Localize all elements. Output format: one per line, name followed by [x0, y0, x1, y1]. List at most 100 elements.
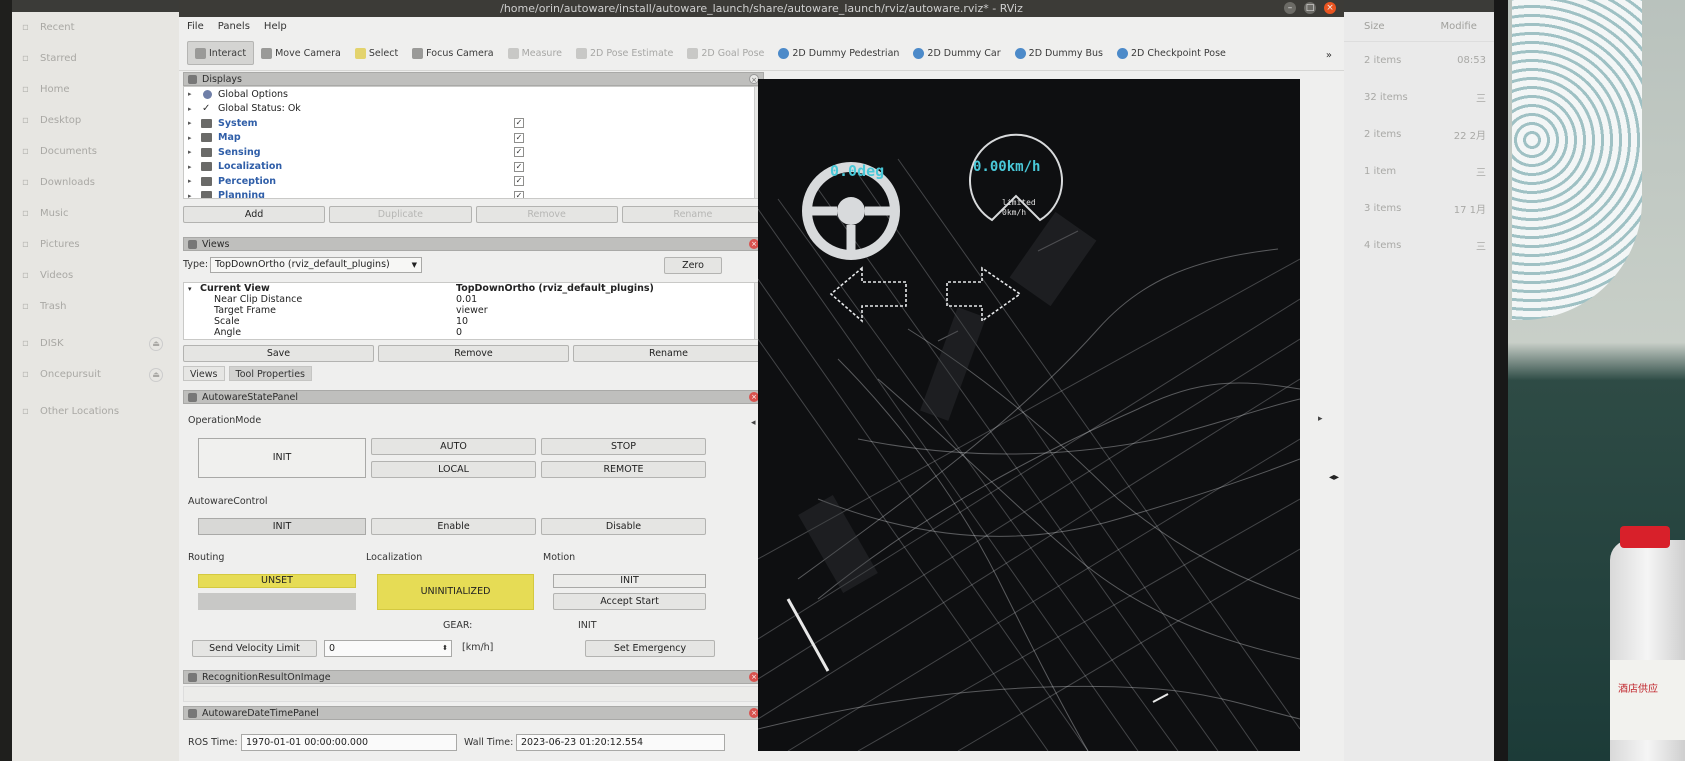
- sidebar-item-home[interactable]: ▫ Home: [12, 74, 179, 105]
- expand-arrow-icon[interactable]: ▸: [188, 192, 198, 198]
- property-value[interactable]: viewer: [456, 305, 488, 316]
- expand-arrow-icon[interactable]: ▸: [188, 177, 198, 185]
- list-item[interactable]: 1 item 三: [1344, 153, 1494, 190]
- property-value[interactable]: 0: [456, 327, 462, 338]
- resize-handle-icon[interactable]: ◂▸: [1329, 472, 1339, 483]
- display-item-global-options[interactable]: ▸ Global Options: [184, 87, 763, 102]
- spin-arrows-icon[interactable]: ⬍: [442, 641, 448, 656]
- sidebar-item-documents[interactable]: ▫ Documents: [12, 136, 179, 167]
- save-view-button[interactable]: Save: [183, 345, 374, 362]
- remote-button[interactable]: REMOTE: [541, 461, 706, 478]
- local-button[interactable]: LOCAL: [371, 461, 536, 478]
- stop-button[interactable]: STOP: [541, 438, 706, 455]
- enable-button[interactable]: Enable: [371, 518, 536, 535]
- auto-button[interactable]: AUTO: [371, 438, 536, 455]
- list-item[interactable]: 3 items 17 1月: [1344, 190, 1494, 227]
- tool-measure[interactable]: Measure: [501, 41, 569, 65]
- display-item-planning[interactable]: ▸ Planning ✓: [184, 189, 763, 198]
- collapse-arrow-icon[interactable]: ▾: [188, 285, 192, 293]
- collapse-right-icon[interactable]: ▸: [1318, 414, 1323, 424]
- add-display-button[interactable]: Add: [183, 206, 326, 223]
- expand-arrow-icon[interactable]: ▸: [188, 134, 198, 142]
- display-item-map[interactable]: ▸ Map ✓: [184, 131, 763, 146]
- tool-2d-dummy-car[interactable]: 2D Dummy Car: [906, 41, 1007, 65]
- enable-checkbox[interactable]: ✓: [514, 176, 524, 186]
- view-property-row[interactable]: ▾ Current View TopDownOrtho (rviz_default_…: [184, 283, 763, 294]
- sidebar-item-oncepursuit[interactable]: ▫ Oncepursuit ⏏: [12, 359, 179, 390]
- display-item-system[interactable]: ▸ System ✓: [184, 116, 763, 131]
- remove-display-button[interactable]: Remove: [475, 206, 618, 223]
- sidebar-item-desktop[interactable]: ▫ Desktop: [12, 105, 179, 136]
- accept-start-button[interactable]: Accept Start: [553, 593, 706, 610]
- enable-checkbox[interactable]: ✓: [514, 132, 524, 143]
- remove-view-button[interactable]: Remove: [378, 345, 569, 362]
- sidebar-item-recent[interactable]: ▫ Recent: [12, 12, 179, 43]
- zero-button[interactable]: Zero: [664, 257, 722, 274]
- send-velocity-limit-button[interactable]: Send Velocity Limit: [192, 640, 317, 657]
- property-value[interactable]: TopDownOrtho (rviz_default_plugins): [456, 283, 654, 294]
- maximize-icon[interactable]: □: [1304, 2, 1316, 14]
- tool-2d-dummy-pedestrian[interactable]: 2D Dummy Pedestrian: [771, 41, 906, 65]
- velocity-limit-input[interactable]: 0 ⬍: [324, 640, 452, 657]
- view-property-row[interactable]: Angle 0: [184, 327, 763, 338]
- sidebar-item-videos[interactable]: ▫ Videos: [12, 260, 179, 291]
- close-icon[interactable]: ×: [1324, 2, 1336, 14]
- enable-checkbox[interactable]: ✓: [514, 190, 524, 198]
- tool-2d-pose-estimate[interactable]: 2D Pose Estimate: [569, 41, 680, 65]
- expand-arrow-icon[interactable]: ▸: [188, 163, 198, 171]
- collapse-left-icon[interactable]: ◂: [751, 418, 756, 428]
- sidebar-item-other-locations[interactable]: ▫ Other Locations: [12, 396, 179, 427]
- view-property-row[interactable]: Scale 10: [184, 316, 763, 327]
- sidebar-item-pictures[interactable]: ▫ Pictures: [12, 229, 179, 260]
- display-item-global-status-ok[interactable]: ▸ ✓ Global Status: Ok: [184, 102, 763, 117]
- enable-checkbox[interactable]: ✓: [514, 161, 524, 172]
- tool-interact[interactable]: Interact: [187, 41, 255, 65]
- set-emergency-button[interactable]: Set Emergency: [585, 640, 715, 657]
- column-modified[interactable]: Modifie: [1441, 21, 1477, 32]
- rename-display-button[interactable]: Rename: [621, 206, 764, 223]
- toolbar-overflow-icon[interactable]: »: [1326, 50, 1332, 61]
- render-viewport[interactable]: 0.0deg 0.00km/h limited 0km/h: [758, 79, 1300, 751]
- menu-panels[interactable]: Panels: [218, 21, 250, 32]
- sidebar-item-trash[interactable]: ▫ Trash: [12, 291, 179, 322]
- menu-file[interactable]: File: [187, 21, 204, 32]
- list-item[interactable]: 2 items 22 2月: [1344, 116, 1494, 153]
- property-value[interactable]: 0.01: [456, 294, 477, 305]
- property-value[interactable]: 10: [456, 316, 468, 327]
- sidebar-item-disk[interactable]: ▫ DISK ⏏: [12, 328, 179, 359]
- expand-arrow-icon[interactable]: ▸: [188, 105, 198, 113]
- menu-help[interactable]: Help: [264, 21, 287, 32]
- enable-checkbox[interactable]: ✓: [514, 118, 524, 128]
- duplicate-display-button[interactable]: Duplicate: [329, 206, 472, 223]
- display-item-sensing[interactable]: ▸ Sensing ✓: [184, 145, 763, 160]
- column-size[interactable]: Size: [1364, 21, 1385, 32]
- sidebar-item-music[interactable]: ▫ Music: [12, 198, 179, 229]
- list-item[interactable]: 4 items 三: [1344, 227, 1494, 264]
- rename-view-button[interactable]: Rename: [573, 345, 764, 362]
- tool-2d-checkpoint-pose[interactable]: 2D Checkpoint Pose: [1110, 41, 1233, 65]
- tool-focus-camera[interactable]: Focus Camera: [405, 41, 500, 65]
- view-type-select[interactable]: TopDownOrtho (rviz_default_plugins) ▼: [210, 257, 422, 273]
- view-property-row[interactable]: Target Frame viewer: [184, 305, 763, 316]
- tab-views[interactable]: Views: [183, 366, 225, 381]
- tool-select[interactable]: Select: [348, 41, 405, 65]
- view-property-row[interactable]: Near Clip Distance 0.01: [184, 294, 763, 305]
- tool-move-camera[interactable]: Move Camera: [254, 41, 348, 65]
- sidebar-item-starred[interactable]: ▫ Starred: [12, 43, 179, 74]
- expand-arrow-icon[interactable]: ▸: [188, 90, 198, 98]
- disable-button[interactable]: Disable: [541, 518, 706, 535]
- display-item-localization[interactable]: ▸ Localization ✓: [184, 160, 763, 175]
- minimize-icon[interactable]: –: [1284, 2, 1296, 14]
- eject-icon[interactable]: ⏏: [149, 336, 163, 351]
- routing-clear-button[interactable]: [198, 593, 356, 610]
- expand-arrow-icon[interactable]: ▸: [188, 148, 198, 156]
- tool-2d-dummy-bus[interactable]: 2D Dummy Bus: [1008, 41, 1110, 65]
- display-item-perception[interactable]: ▸ Perception ✓: [184, 174, 763, 189]
- tab-tool-properties[interactable]: Tool Properties: [228, 366, 312, 381]
- sidebar-item-downloads[interactable]: ▫ Downloads: [12, 167, 179, 198]
- expand-arrow-icon[interactable]: ▸: [188, 119, 198, 127]
- enable-checkbox[interactable]: ✓: [514, 147, 524, 157]
- tool-2d-goal-pose[interactable]: 2D Goal Pose: [680, 41, 771, 65]
- list-item[interactable]: 32 items 三: [1344, 79, 1494, 116]
- eject-icon[interactable]: ⏏: [149, 367, 163, 382]
